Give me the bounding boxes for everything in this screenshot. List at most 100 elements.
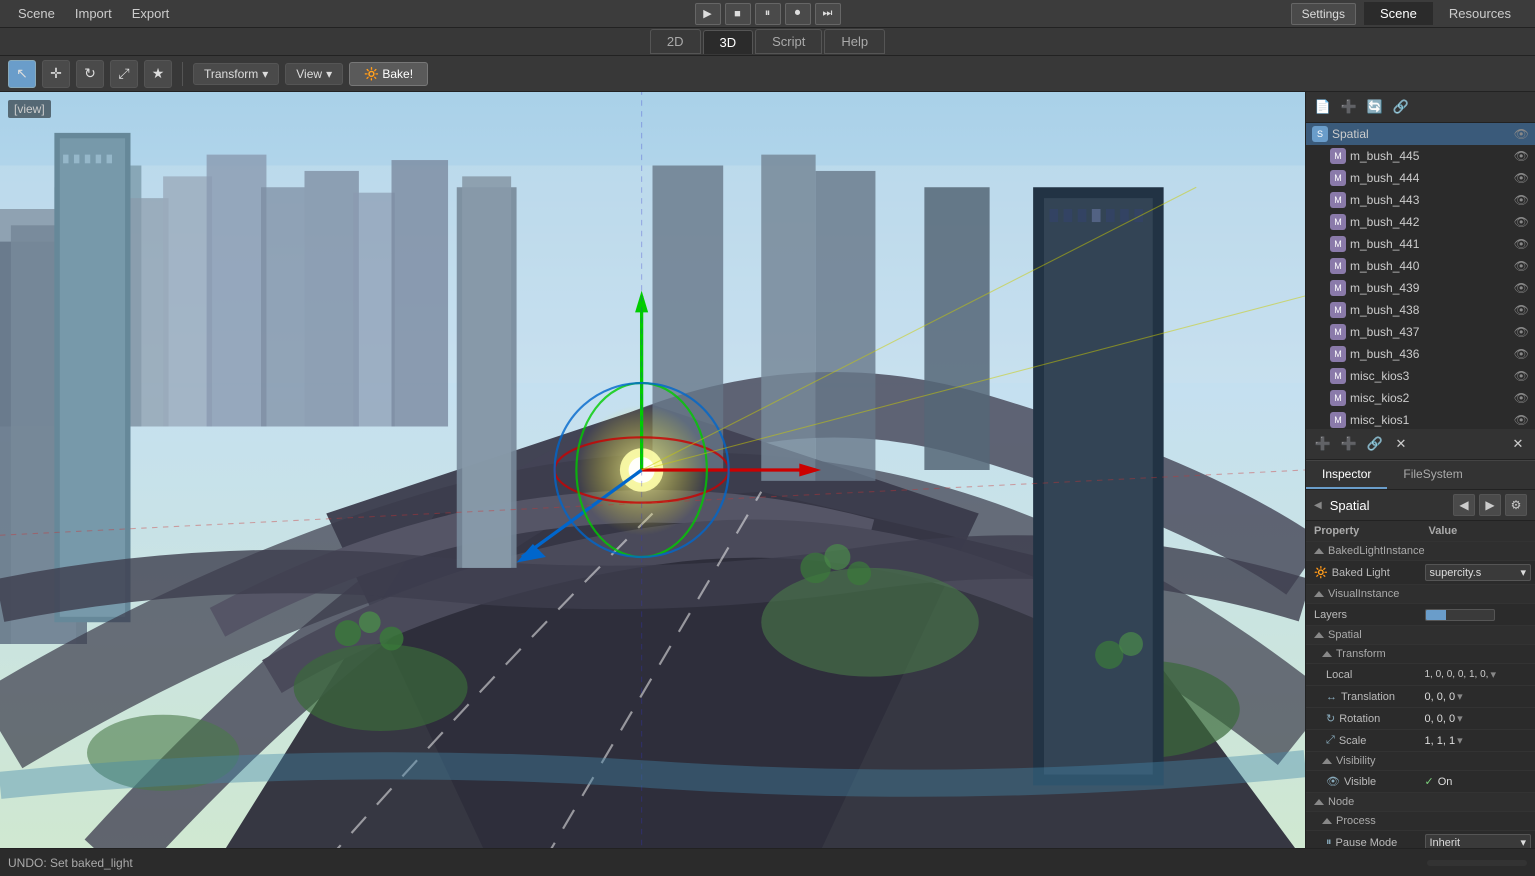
tree-item-m_bush_439[interactable]: M m_bush_439 👁 <box>1306 277 1535 299</box>
visibility-toggle-12[interactable]: 👁 <box>1514 391 1529 405</box>
section-label-process: Process <box>1336 815 1376 827</box>
tab-inspector[interactable]: Inspector <box>1306 461 1387 489</box>
menu-import[interactable]: Import <box>65 2 122 25</box>
record-button[interactable]: ⏺ <box>785 3 811 25</box>
visibility-toggle-2[interactable]: 👁 <box>1514 171 1529 185</box>
section-node[interactable]: Node <box>1306 793 1535 812</box>
section-label-visibility: Visibility <box>1336 755 1376 767</box>
section-process[interactable]: Process <box>1306 812 1535 831</box>
tree-item-m_bush_438[interactable]: M m_bush_438 👁 <box>1306 299 1535 321</box>
visibility-toggle-6[interactable]: 👁 <box>1514 259 1529 273</box>
instance-button[interactable]: 🔗 <box>1364 433 1386 455</box>
menu-export[interactable]: Export <box>122 2 180 25</box>
pause-mode-dropdown[interactable]: Inherit ▾ <box>1425 834 1532 848</box>
delete-button[interactable]: ✕ <box>1390 433 1412 455</box>
mesh-node-icon-4: M <box>1330 214 1346 230</box>
prop-value-visible[interactable]: ✓ On <box>1421 772 1535 791</box>
tab-resources[interactable]: Resources <box>1433 2 1527 25</box>
settings-button[interactable]: Settings <box>1291 3 1356 25</box>
prop-value-rotation[interactable]: 0, 0, 0 ▾ <box>1421 709 1535 728</box>
visibility-toggle-13[interactable]: 👁 <box>1514 413 1529 427</box>
tool-select[interactable]: ↖ <box>8 60 36 88</box>
prop-name-translation: ↔ Translation <box>1306 688 1421 706</box>
viewport[interactable]: [view] <box>0 92 1305 848</box>
stop-button[interactable]: ■ <box>725 3 751 25</box>
tree-item-m_bush_440[interactable]: M m_bush_440 👁 <box>1306 255 1535 277</box>
visibility-toggle-8[interactable]: 👁 <box>1514 303 1529 317</box>
transform-dropdown[interactable]: Transform ▾ <box>193 63 279 85</box>
tool-rotate[interactable]: ↻ <box>76 60 104 88</box>
tab-filesystem[interactable]: FileSystem <box>1387 461 1478 489</box>
inspector-settings-button[interactable]: ⚙ <box>1505 494 1527 516</box>
link-button[interactable]: 🔗 <box>1390 96 1412 118</box>
layers-bar[interactable] <box>1425 609 1495 621</box>
section-spatial[interactable]: Spatial <box>1306 626 1535 645</box>
close-panel-button[interactable]: ✕ <box>1507 433 1529 455</box>
visibility-toggle-10[interactable]: 👁 <box>1514 347 1529 361</box>
main-layout: [view] <box>0 92 1535 848</box>
tab-script[interactable]: Script <box>755 29 822 54</box>
status-message: UNDO: Set baked_light <box>8 856 133 870</box>
bake-button[interactable]: 🔆 Bake! <box>349 62 428 86</box>
section-baked-light-instance[interactable]: BakedLightInstance <box>1306 542 1535 561</box>
play-button[interactable]: ▶ <box>695 3 721 25</box>
tree-item-m_bush_442[interactable]: M m_bush_442 👁 <box>1306 211 1535 233</box>
prop-name-layers: Layers <box>1306 606 1421 624</box>
visibility-toggle-5[interactable]: 👁 <box>1514 237 1529 251</box>
visibility-toggle-3[interactable]: 👁 <box>1514 193 1529 207</box>
tool-move[interactable]: ✛ <box>42 60 70 88</box>
tool-scale[interactable]: ⤢ <box>110 60 138 88</box>
visibility-toggle-1[interactable]: 👁 <box>1514 149 1529 163</box>
tree-item-m_bush_436[interactable]: M m_bush_436 👁 <box>1306 343 1535 365</box>
new-scene-button[interactable]: 📄 <box>1312 96 1334 118</box>
tab-scene[interactable]: Scene <box>1364 2 1433 25</box>
tab-help[interactable]: Help <box>824 29 885 54</box>
add-node-button[interactable]: ➕ <box>1338 96 1360 118</box>
tree-item-misc_kios3[interactable]: M misc_kios3 👁 <box>1306 365 1535 387</box>
skip-button[interactable]: ⏭ <box>815 3 841 25</box>
inspector-forward-button[interactable]: ▶ <box>1479 494 1501 516</box>
section-visibility[interactable]: Visibility <box>1306 752 1535 771</box>
tree-item-m_bush_443[interactable]: M m_bush_443 👁 <box>1306 189 1535 211</box>
visibility-toggle-9[interactable]: 👁 <box>1514 325 1529 339</box>
pause-button[interactable]: ⏸ <box>755 3 781 25</box>
chevron-down-icon-local: ▾ <box>1490 668 1496 681</box>
tab-3d[interactable]: 3D <box>703 30 754 54</box>
prop-value-pause-mode[interactable]: Inherit ▾ <box>1421 831 1535 848</box>
tab-2d[interactable]: 2D <box>650 29 701 54</box>
tree-item-m_bush_437[interactable]: M m_bush_437 👁 <box>1306 321 1535 343</box>
prop-value-layers[interactable] <box>1421 606 1535 624</box>
prop-value-scale[interactable]: 1, 1, 1 ▾ <box>1421 731 1535 750</box>
inspector-back-button[interactable]: ◀ <box>1453 494 1475 516</box>
tree-item-spatial[interactable]: S Spatial 👁 <box>1306 123 1535 145</box>
prop-name-rotation: ↻ Rotation <box>1306 709 1421 728</box>
tree-item-misc_kios2[interactable]: M misc_kios2 👁 <box>1306 387 1535 409</box>
section-visual-instance[interactable]: VisualInstance <box>1306 585 1535 604</box>
viewport-scene <box>0 92 1305 848</box>
tool-custom[interactable]: ★ <box>144 60 172 88</box>
visibility-toggle-spatial[interactable]: 👁 <box>1514 127 1529 141</box>
spatial-node-icon: S <box>1312 126 1328 142</box>
visibility-toggle-7[interactable]: 👁 <box>1514 281 1529 295</box>
mesh-node-icon: M <box>1330 148 1346 164</box>
menu-scene[interactable]: Scene <box>8 2 65 25</box>
refresh-button[interactable]: 🔄 <box>1364 96 1386 118</box>
tree-item-misc_kios1[interactable]: M misc_kios1 👁 <box>1306 409 1535 429</box>
tree-item-m_bush_445[interactable]: M m_bush_445 👁 <box>1306 145 1535 167</box>
add-child-button[interactable]: ➕ <box>1338 433 1360 455</box>
view-dropdown[interactable]: View ▾ <box>285 63 343 85</box>
section-triangle-transform <box>1322 651 1332 657</box>
prop-value-baked-light[interactable]: supercity.s ▾ <box>1421 561 1535 584</box>
prop-value-local[interactable]: 1, 0, 0, 0, 1, 0, ▾ <box>1421 665 1535 684</box>
bottom-panel-header: ➕ ➕ 🔗 ✕ ✕ <box>1306 429 1535 460</box>
visibility-toggle-11[interactable]: 👁 <box>1514 369 1529 383</box>
prop-value-translation[interactable]: 0, 0, 0 ▾ <box>1421 687 1535 706</box>
section-transform[interactable]: Transform <box>1306 645 1535 664</box>
section-label-visual: VisualInstance <box>1328 588 1399 600</box>
visibility-toggle-4[interactable]: 👁 <box>1514 215 1529 229</box>
tree-item-m_bush_441[interactable]: M m_bush_441 👁 <box>1306 233 1535 255</box>
tree-item-m_bush_444[interactable]: M m_bush_444 👁 <box>1306 167 1535 189</box>
add-filter-button[interactable]: ➕ <box>1312 433 1334 455</box>
baked-light-dropdown[interactable]: supercity.s ▾ <box>1425 564 1532 581</box>
section-triangle-visual <box>1314 591 1324 597</box>
